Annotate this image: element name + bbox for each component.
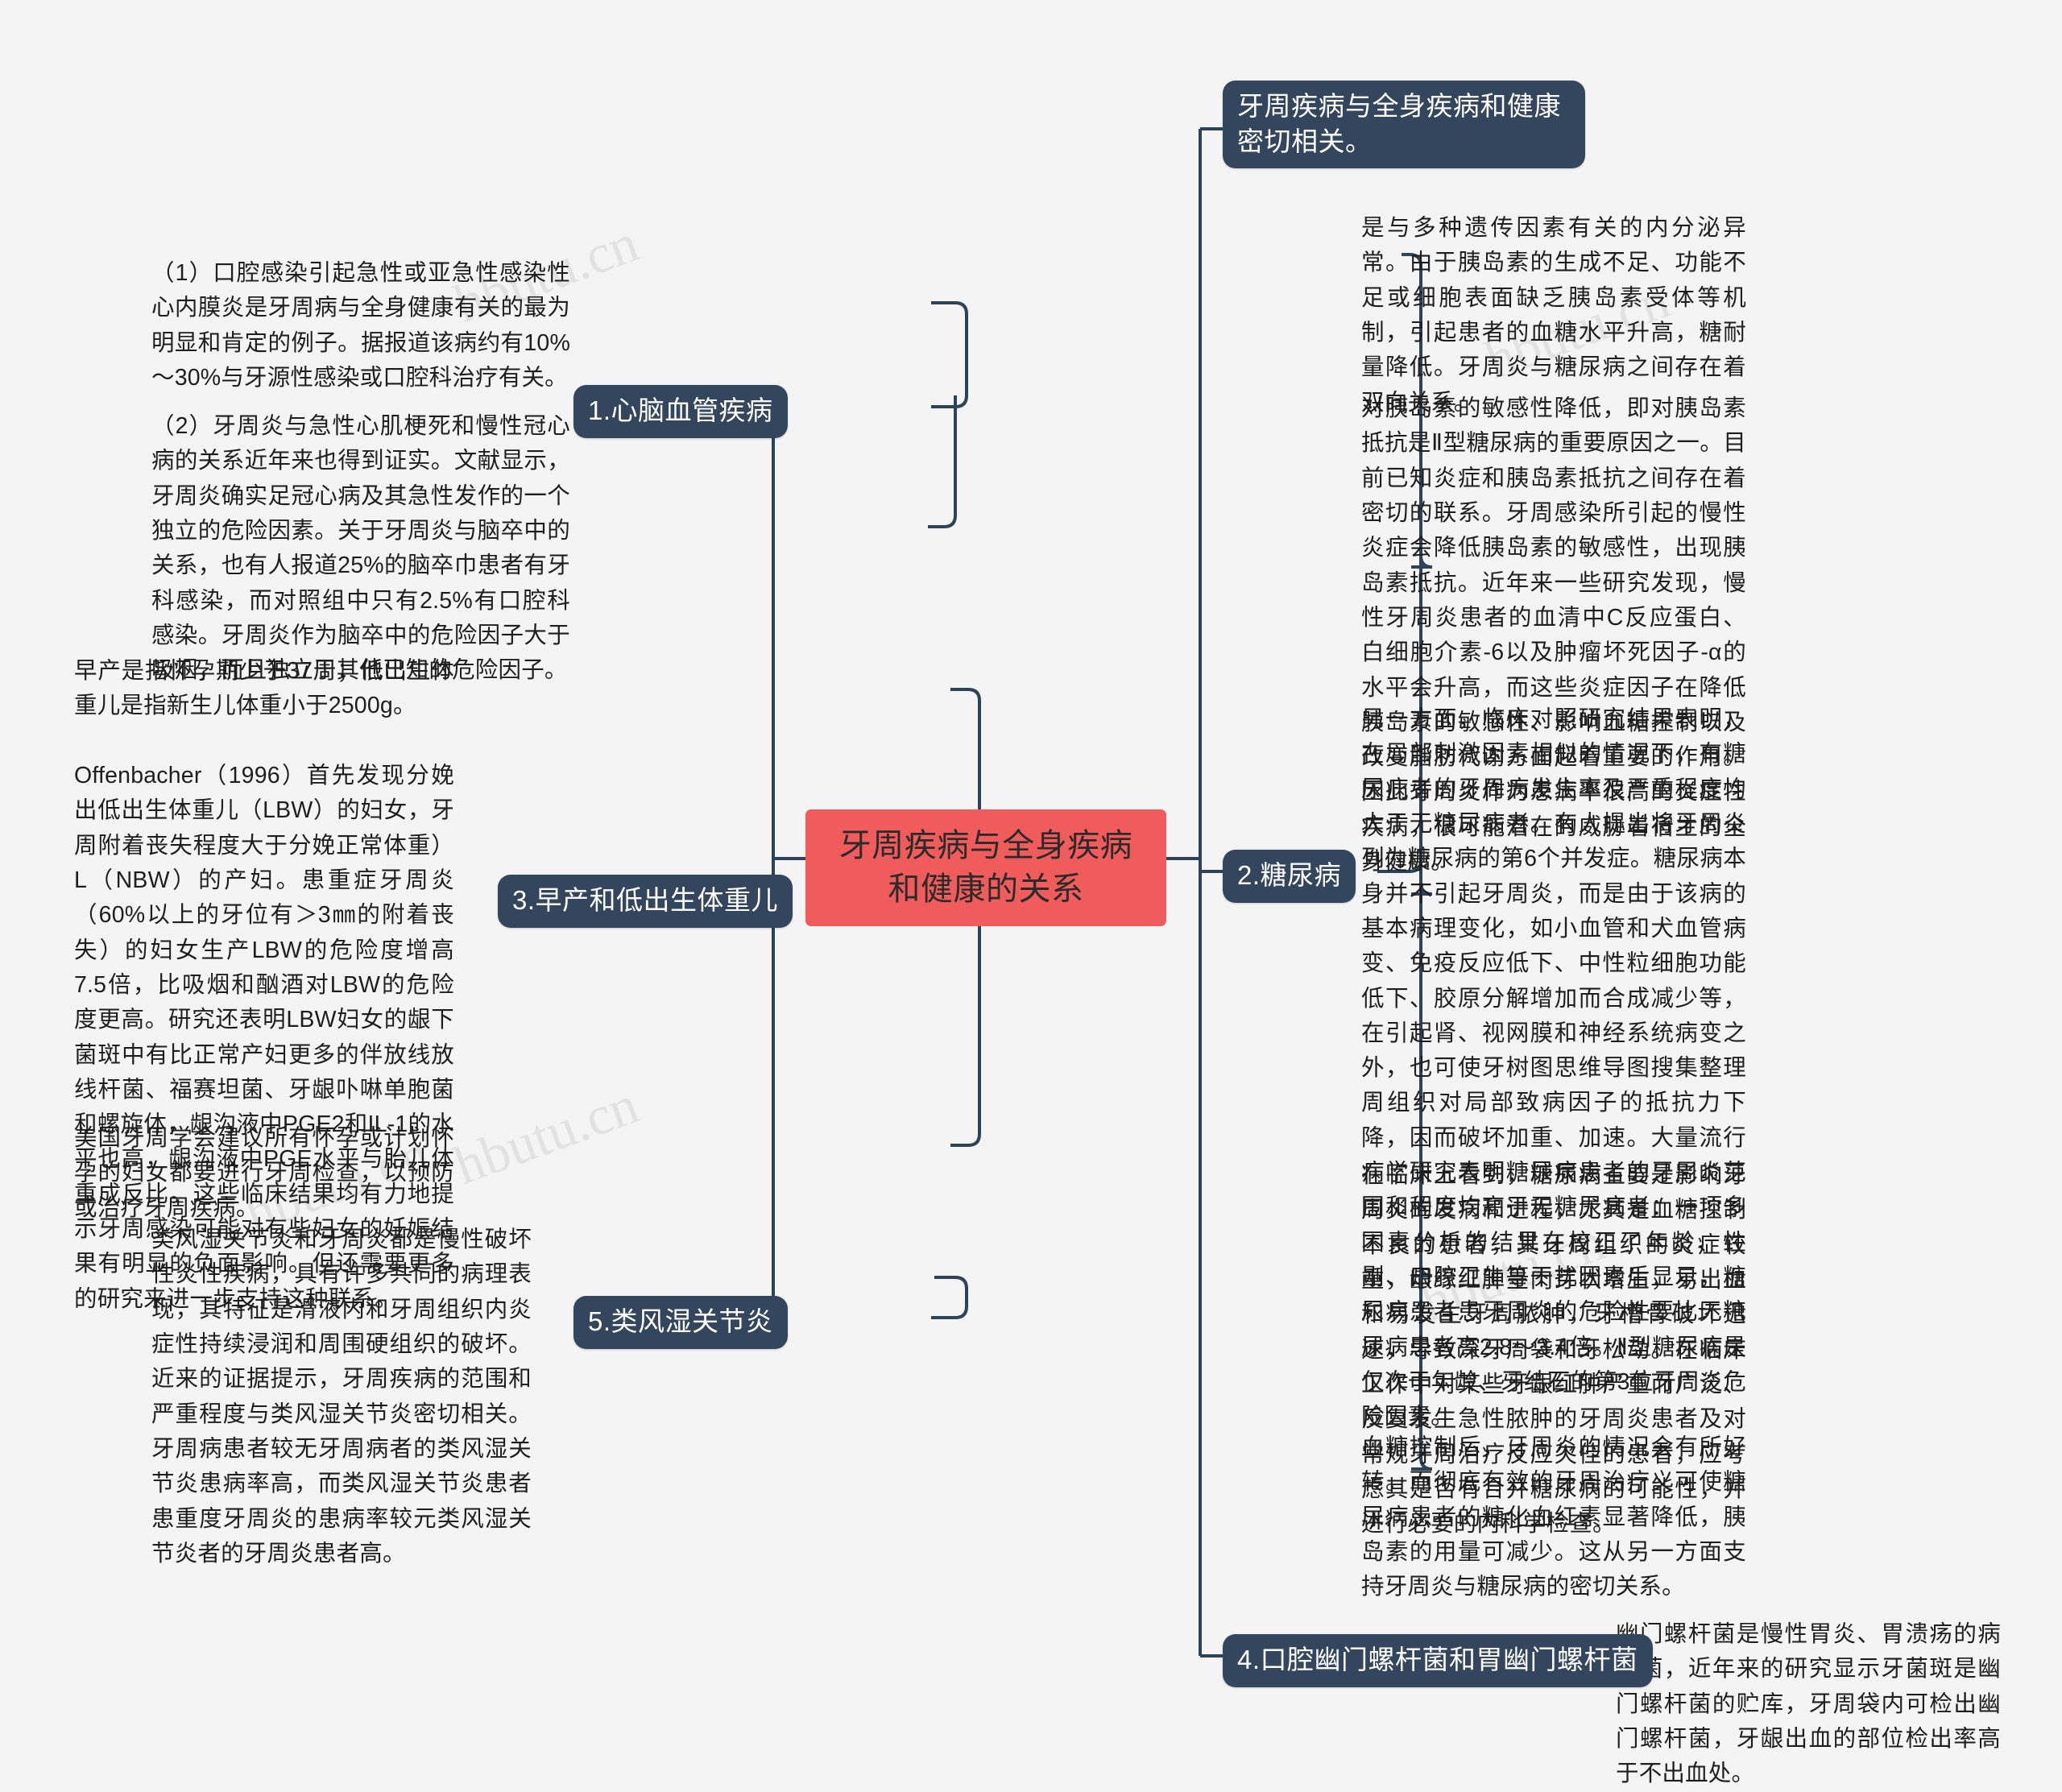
- leaf-text: （1）口腔感染引起急性或亚急性感染性心内膜炎是牙周病与全身健康有关的最为明显和肯…: [151, 260, 570, 391]
- branch-node-ra-label: 5.类风湿关节炎: [588, 1306, 773, 1336]
- leaf-cardio-2: （2）牙周炎与急性心肌梗死和慢性冠心病的关系近年来也得到证实。文献显示，牙周炎确…: [151, 409, 570, 689]
- root-node-label: 牙周疾病与全身疾病和健康的关系: [838, 828, 1133, 908]
- leaf-text: 幽门螺杆菌是慢性胃炎、胃溃疡的病原菌，近年来的研究显示牙菌斑是幽门螺杆菌的贮库，…: [1616, 1621, 2001, 1787]
- leaf-text: 早产是指怀孕期少于37周；低出生体重儿是指新生儿体重小于2500g。: [74, 658, 454, 719]
- branch-node-cardio[interactable]: 1.心脑血管疾病: [573, 385, 788, 438]
- branch-node-diabetes-label: 2.糖尿病: [1237, 860, 1342, 890]
- branch-node-preterm[interactable]: 3.早产和低出生体重儿: [498, 875, 793, 928]
- leaf-text: 血糖控制后，牙周炎的情况会有所好转。而彻底有效的牙周治疗义可使糖尿病患者的糖化血…: [1361, 1434, 1746, 1600]
- leaf-text: 美国牙周学会建议所有怀孕或计划怀孕的妇女都要进行牙周检查，以预防或治疗牙周疾病。: [74, 1125, 454, 1221]
- leaf-preterm-1: 早产是指怀孕期少于37周；低出生体重儿是指新生儿体重小于2500g。: [74, 654, 454, 724]
- mindmap-canvas: hbutu.cn hbutu.cn hbutu.cn hbutu.cn hbut…: [0, 0, 2062, 1786]
- branch-node-ra[interactable]: 5.类风湿关节炎: [573, 1296, 788, 1349]
- leaf-diabetes-5: 血糖控制后，牙周炎的情况会有所好转。而彻底有效的牙周治疗义可使糖尿病患者的糖化血…: [1361, 1430, 1746, 1605]
- root-node[interactable]: 牙周疾病与全身疾病和健康的关系: [805, 809, 1166, 926]
- leaf-text: （2）牙周炎与急性心肌梗死和慢性冠心病的关系近年来也得到证实。文献显示，牙周炎确…: [151, 413, 570, 684]
- leaf-text: 是与多种遗传因素有关的内分泌异常。由于胰岛素的生成不足、功能不足或细胞表面缺乏胰…: [1361, 215, 1746, 416]
- branch-node-hpylori[interactable]: 4.口腔幽门螺杆菌和胃幽门螺杆菌: [1223, 1634, 1653, 1687]
- leaf-ra-1: 类风湿关节炎和牙周炎都是慢性破坏性炎性疾病，具有许多共同的病理表现，其特征是滑液…: [151, 1223, 532, 1571]
- leaf-text: 类风湿关节炎和牙周炎都是慢性破坏性炎性疾病，具有许多共同的病理表现，其特征是滑液…: [151, 1227, 532, 1566]
- branch-node-hpylori-label: 4.口腔幽门螺杆菌和胃幽门螺杆菌: [1237, 1645, 1638, 1674]
- leaf-diabetes-1: 是与多种遗传因素有关的内分泌异常。由于胰岛素的生成不足、功能不足或细胞表面缺乏胰…: [1361, 211, 1746, 420]
- leaf-cardio-1: （1）口腔感染引起急性或亚急性感染性心内膜炎是牙周病与全身健康有关的最为明显和肯…: [151, 256, 570, 395]
- watermark: hbutu.cn: [445, 1073, 646, 1197]
- top-note-label: 牙周疾病与全身疾病和健康密切相关。: [1237, 91, 1561, 156]
- top-note-node[interactable]: 牙周疾病与全身疾病和健康密切相关。: [1223, 81, 1585, 169]
- branch-node-preterm-label: 3.早产和低出生体重儿: [512, 885, 779, 915]
- leaf-preterm-3: 美国牙周学会建议所有怀孕或计划怀孕的妇女都要进行牙周检查，以预防或治疗牙周疾病。: [74, 1121, 454, 1226]
- branch-node-cardio-label: 1.心脑血管疾病: [588, 395, 773, 425]
- branch-node-diabetes[interactable]: 2.糖尿病: [1223, 850, 1356, 903]
- leaf-hpylori-1: 幽门螺杆菌是慢性胃炎、胃溃疡的病原菌，近年来的研究显示牙菌斑是幽门螺杆菌的贮库，…: [1616, 1617, 2001, 1792]
